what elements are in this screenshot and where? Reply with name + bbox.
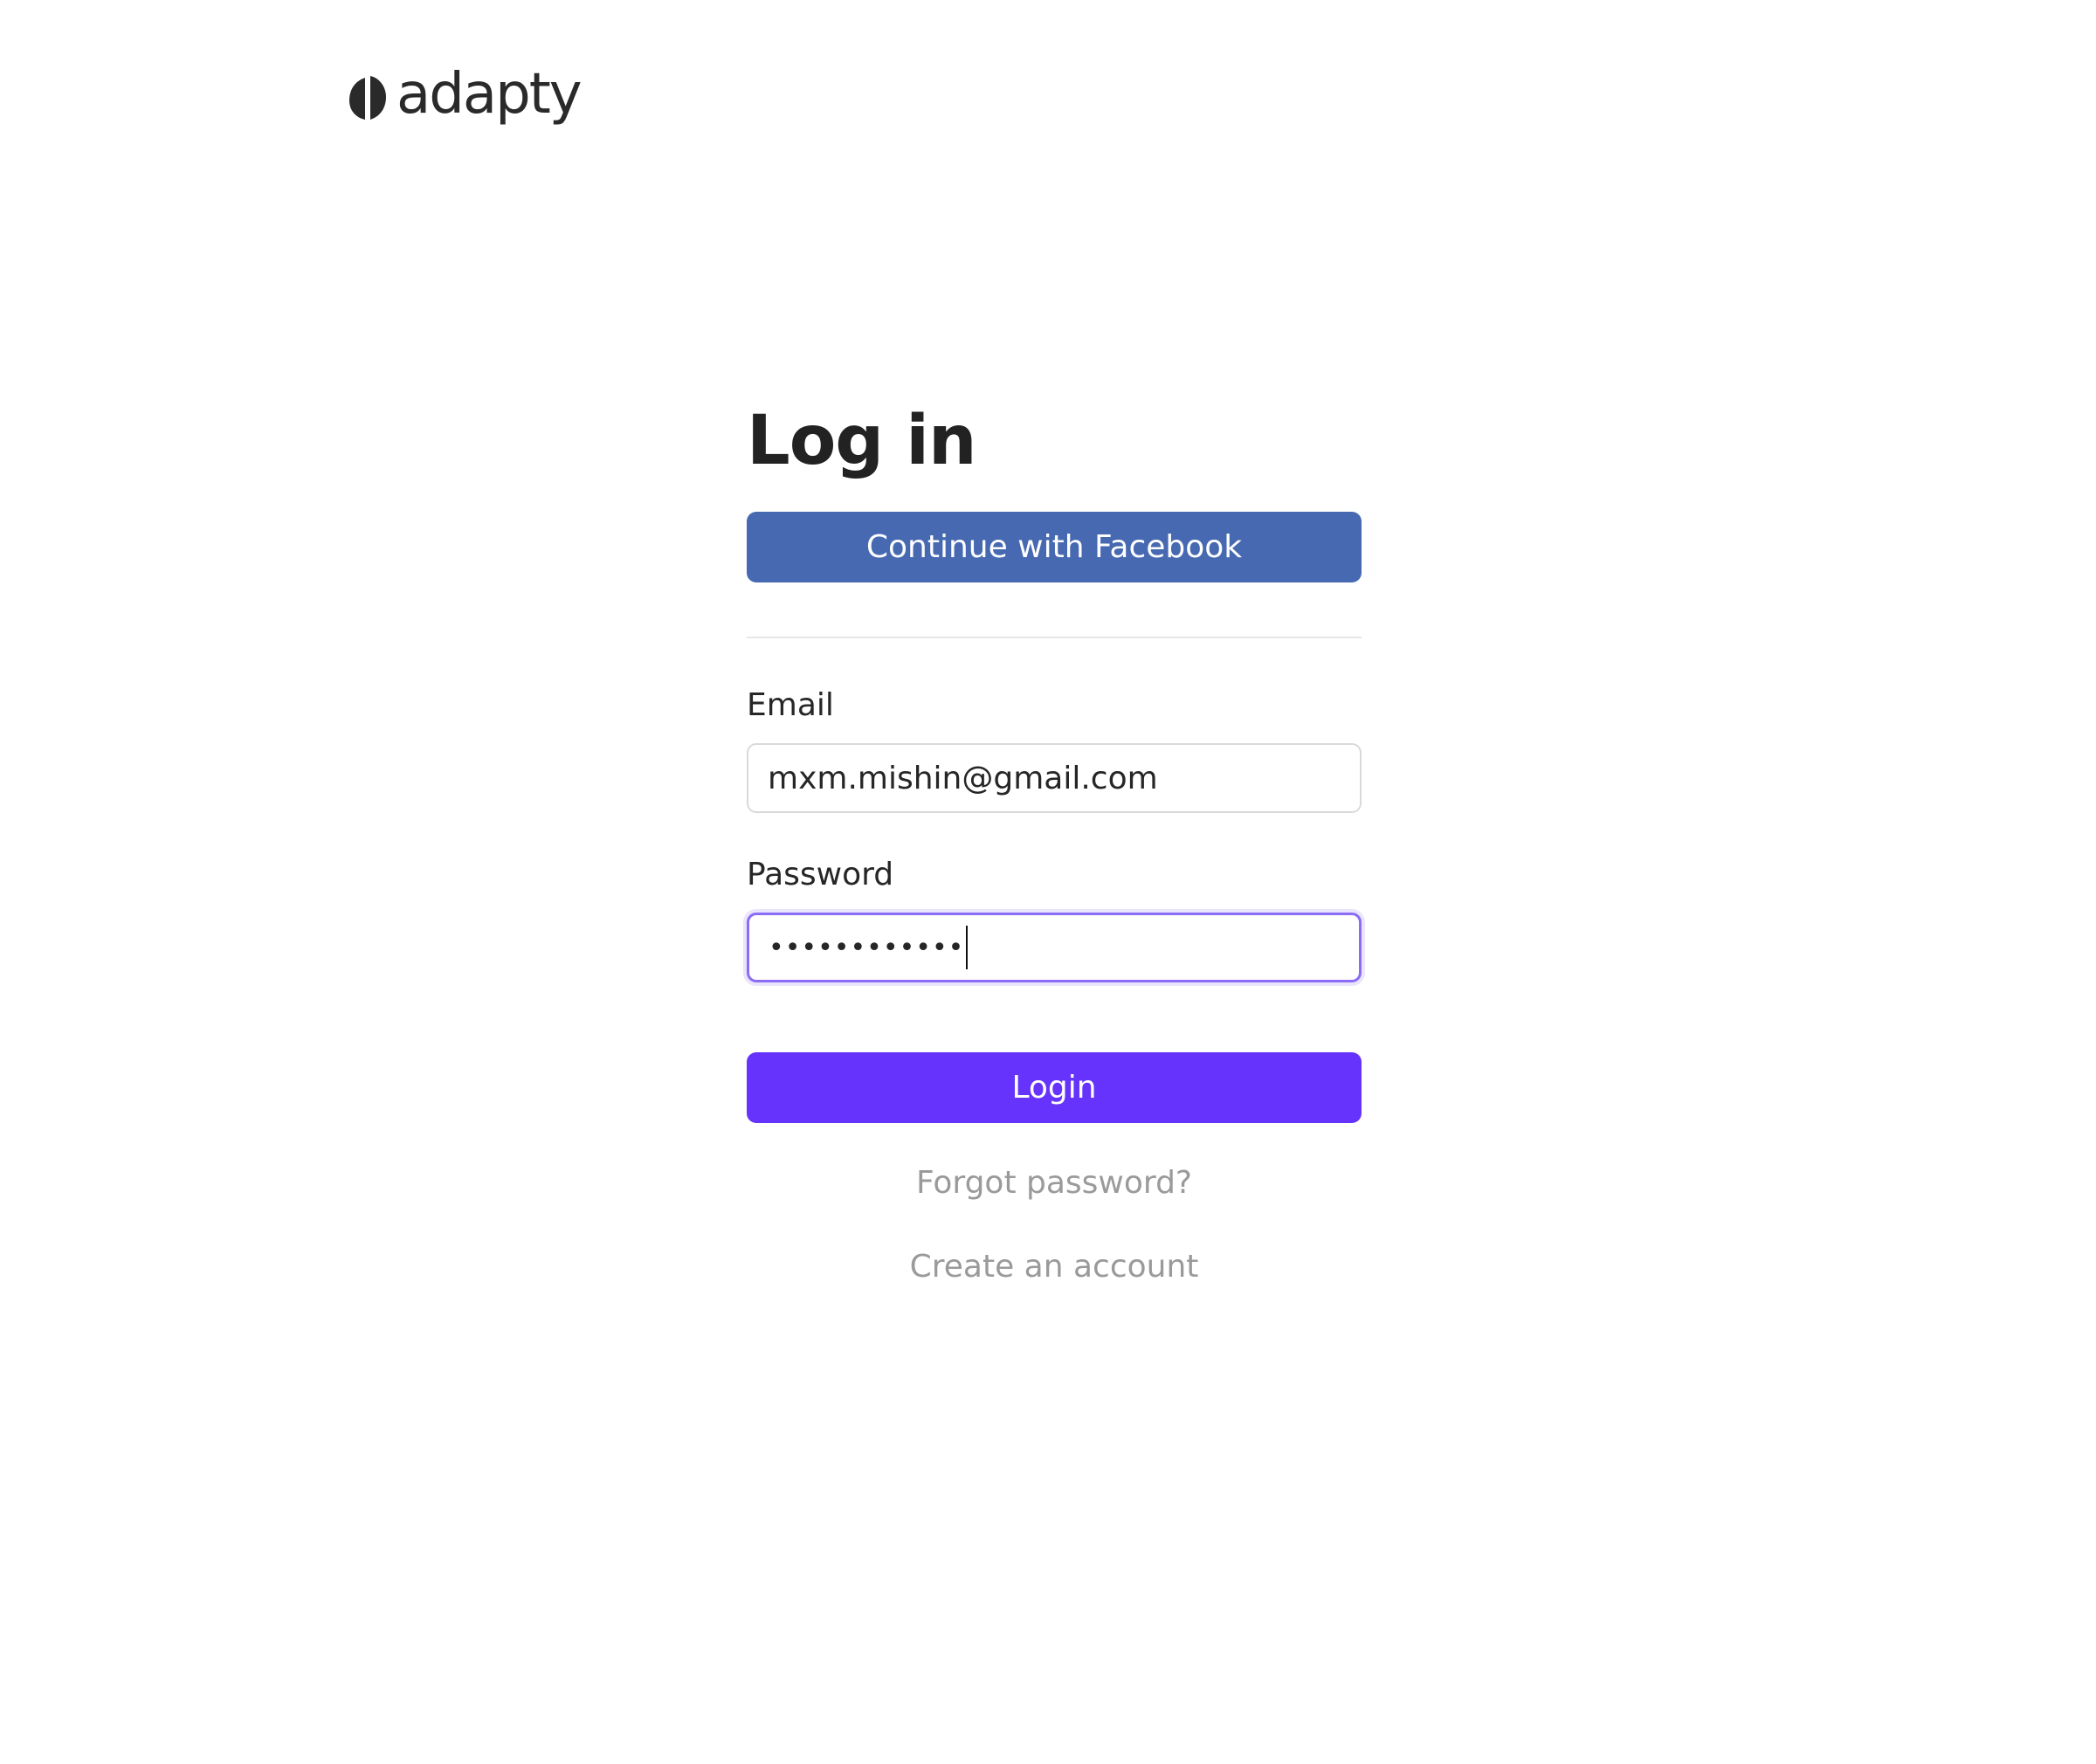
- login-button[interactable]: Login: [747, 1052, 1362, 1123]
- password-field[interactable]: ••••••••••••: [747, 913, 1362, 982]
- divider: [747, 637, 1362, 638]
- brand-logo[interactable]: adapty: [348, 62, 583, 133]
- create-account-link[interactable]: Create an account: [747, 1245, 1362, 1289]
- brand-name: adapty: [396, 62, 583, 127]
- continue-with-facebook-button[interactable]: Continue with Facebook: [747, 512, 1362, 582]
- email-field[interactable]: mxm.mishin@gmail.com: [747, 743, 1362, 813]
- adapty-leaf-icon: [349, 76, 386, 120]
- forgot-password-link[interactable]: Forgot password?: [747, 1161, 1362, 1205]
- email-value: mxm.mishin@gmail.com: [768, 760, 1158, 796]
- password-label: Password: [747, 857, 894, 892]
- text-caret: [966, 926, 969, 969]
- login-form: Log in Continue with Facebook Email mxm.…: [747, 384, 1362, 1289]
- login-button-label: Login: [1011, 1070, 1097, 1106]
- page-title: Log in: [747, 402, 977, 480]
- facebook-button-label: Continue with Facebook: [865, 529, 1243, 565]
- password-value: ••••••••••••: [769, 932, 965, 963]
- email-label: Email: [747, 687, 834, 723]
